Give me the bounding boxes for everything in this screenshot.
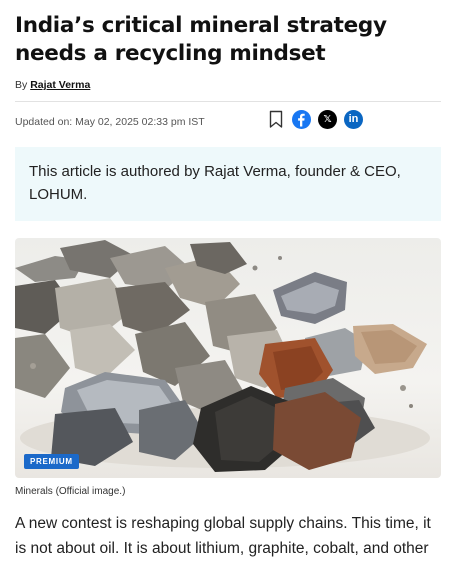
linkedin-glyph: in	[348, 113, 359, 125]
linkedin-icon[interactable]: in	[344, 110, 363, 129]
divider	[15, 101, 441, 102]
minerals-illustration	[15, 240, 430, 472]
image-caption: Minerals (Official image.)	[15, 486, 126, 497]
premium-badge: PREMIUM	[24, 454, 79, 469]
x-icon[interactable]: 𝕏	[318, 110, 337, 129]
x-glyph: 𝕏	[323, 113, 332, 125]
meta-row: Updated on: May 02, 2025 02:33 pm IST 𝕏 …	[15, 110, 441, 136]
byline-prefix: By	[15, 79, 28, 91]
facebook-icon[interactable]	[292, 110, 311, 129]
updated-timestamp: Updated on: May 02, 2025 02:33 pm IST	[15, 116, 205, 128]
article-headline: India’s critical mineral strategy needs …	[15, 13, 387, 66]
bookmark-icon[interactable]	[266, 110, 285, 129]
share-bar: 𝕏 in	[266, 110, 363, 129]
article-image[interactable]: PREMIUM	[15, 238, 441, 478]
byline: By Rajat Verma	[15, 79, 90, 91]
author-link[interactable]: Rajat Verma	[30, 79, 90, 91]
author-note: This article is authored by Rajat Verma,…	[15, 147, 441, 221]
article-body: A new contest is reshaping global supply…	[15, 515, 431, 557]
